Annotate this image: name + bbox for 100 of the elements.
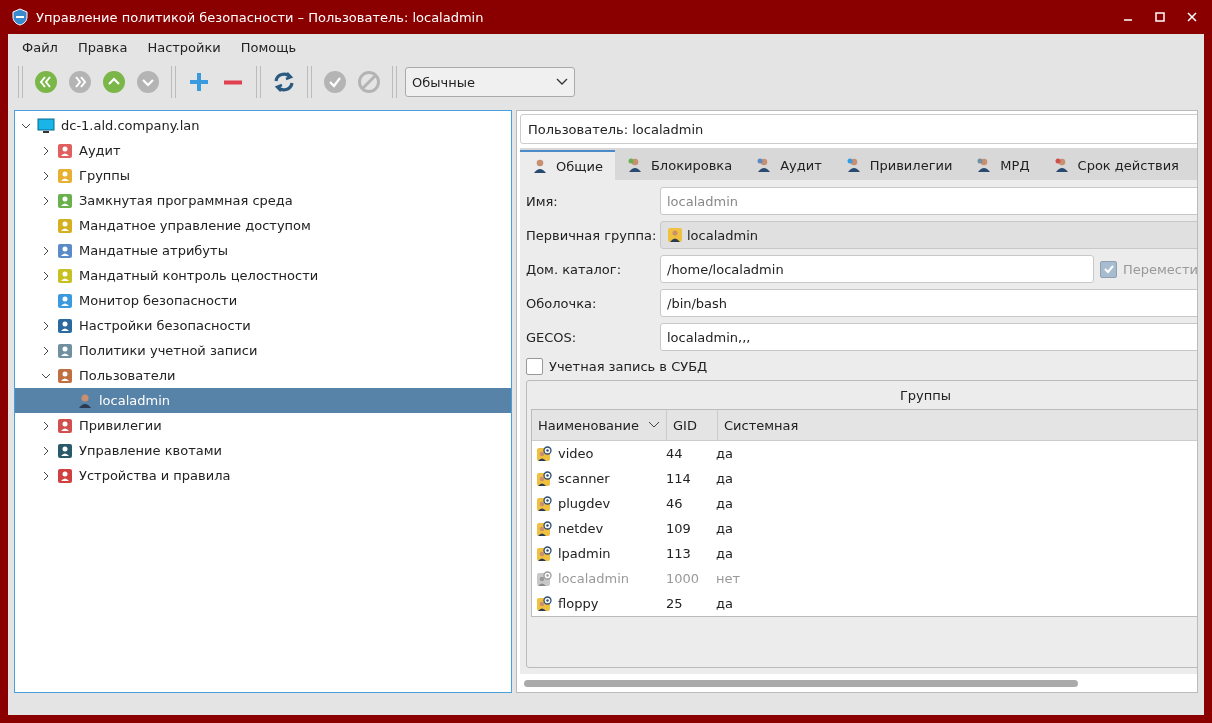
view-dropdown[interactable]: Обычные: [405, 67, 575, 97]
input-field[interactable]: /home/localadmin: [660, 255, 1094, 283]
table-cell: да: [716, 596, 733, 611]
tree-item-icon: [57, 192, 73, 209]
menu-item[interactable]: Правка: [67, 39, 138, 55]
tree-item[interactable]: Замкнутая программная среда: [15, 188, 511, 213]
group-icon: [667, 227, 683, 243]
group-icon: [536, 595, 552, 612]
tab[interactable]: Блокировка: [614, 150, 745, 180]
field-label: GECOS:: [526, 329, 578, 345]
dbms-checkbox[interactable]: Учетная запись в СУБД: [526, 354, 708, 378]
tree-item[interactable]: Устройства и правила: [15, 463, 511, 488]
table-cell: да: [716, 521, 733, 536]
group-icon: [536, 470, 552, 487]
user-icon: [626, 157, 643, 173]
group-icon: [536, 445, 552, 462]
user-icon: [77, 392, 93, 409]
tree-item-icon: [57, 317, 73, 334]
table-cell: 1000: [666, 571, 700, 586]
name-field[interactable]: localadmin: [660, 187, 1197, 215]
tree-item[interactable]: Группы: [15, 163, 511, 188]
table-cell: 46: [666, 496, 683, 511]
tree-item[interactable]: dc-1.ald.company.lan: [15, 113, 511, 138]
monitor-icon: [37, 117, 55, 134]
tree-item-icon: [57, 342, 73, 359]
tree-item[interactable]: Политики учетной записи: [15, 338, 511, 363]
header-field: Пользователь: localadmin: [520, 114, 1197, 144]
menu-item[interactable]: Настройки: [137, 39, 231, 55]
table-cell: нет: [716, 571, 741, 586]
tree-item-icon: [57, 442, 73, 459]
chevron-down-icon: [556, 78, 568, 86]
tab[interactable]: Привилегии: [833, 150, 965, 180]
shield-icon: [10, 7, 30, 27]
user-icon: [976, 157, 993, 173]
table-cell: да: [716, 496, 733, 511]
tab[interactable]: МРД: [964, 150, 1042, 180]
tree-item[interactable]: Мандатное управление доступом: [15, 213, 511, 238]
menu-item[interactable]: Файл: [12, 39, 68, 55]
column-header[interactable]: Наименование: [532, 410, 667, 440]
user-icon: [532, 158, 548, 174]
table-cell: 114: [666, 471, 691, 486]
tree-item[interactable]: Настройки безопасности: [15, 313, 511, 338]
tree-item[interactable]: Аудит: [15, 138, 511, 163]
refresh-icon: [272, 70, 296, 94]
tree-item-icon: [57, 417, 73, 434]
tree-item[interactable]: Мандатные атрибуты: [15, 238, 511, 263]
tab[interactable]: Аудит: [744, 150, 834, 180]
table-cell: 109: [666, 521, 691, 536]
tree-item-icon: [57, 467, 73, 484]
tree-item[interactable]: Пользователи: [15, 363, 511, 388]
field-label: Первичная группа:: [526, 227, 658, 243]
table-cell: 44: [666, 446, 683, 461]
tree-item-icon: [57, 242, 73, 259]
tree-item-icon: [57, 267, 73, 284]
checkmark-icon: [323, 70, 347, 94]
groups-title: Группы: [898, 386, 953, 405]
tree-item[interactable]: Мандатный контроль целостности: [15, 263, 511, 288]
input-field[interactable]: /bin/bash: [660, 289, 1197, 317]
maximize-icon[interactable]: [1154, 11, 1166, 23]
tree-item-icon: [57, 217, 73, 234]
user-icon: [756, 157, 773, 173]
double-right-icon: [68, 70, 92, 94]
table-cell: netdev: [558, 521, 604, 536]
prohibited-icon: [357, 70, 381, 94]
tree-item[interactable]: localadmin: [15, 388, 511, 413]
column-header[interactable]: Системная: [718, 410, 1197, 440]
table-cell: floppy: [558, 596, 599, 611]
plus-icon: [187, 70, 211, 94]
window-title: Управление политикой безопасности – Пользователь: localadmin: [36, 9, 485, 25]
tree-item-icon: [57, 367, 73, 384]
close-icon[interactable]: [1186, 11, 1198, 23]
group-dropdown[interactable]: localadmin: [660, 221, 1197, 249]
table-cell: video: [558, 446, 594, 461]
tree-item[interactable]: Привилегии: [15, 413, 511, 438]
table-cell: plugdev: [558, 496, 611, 511]
table-cell: да: [716, 546, 733, 561]
tab[interactable]: Срок действия: [1041, 150, 1191, 180]
table-cell: scanner: [558, 471, 610, 486]
group-icon: [536, 495, 552, 512]
tree-item-icon: [57, 167, 73, 184]
tree-item-icon: [57, 142, 73, 159]
tree-item[interactable]: Управление квотами: [15, 438, 511, 463]
column-header[interactable]: GID: [667, 410, 718, 440]
group-icon: [536, 545, 552, 562]
user-icon: [1053, 157, 1070, 173]
input-field[interactable]: localadmin,,,: [660, 323, 1197, 351]
tree-item[interactable]: Монитор безопасности: [15, 288, 511, 313]
field-label: Дом. каталог:: [526, 261, 622, 277]
table-cell: localadmin: [558, 571, 630, 586]
group-icon: [536, 570, 552, 587]
menu-item[interactable]: Помощь: [230, 39, 307, 55]
field-label: Оболочка:: [526, 295, 598, 311]
minus-icon: [221, 79, 245, 85]
tab[interactable]: Общие: [520, 150, 615, 180]
group-icon: [536, 520, 552, 537]
double-left-icon: [34, 70, 58, 94]
table-cell: да: [716, 471, 733, 486]
user-icon: [845, 157, 862, 173]
table-cell: 113: [666, 546, 691, 561]
tree-item-icon: [57, 292, 73, 309]
